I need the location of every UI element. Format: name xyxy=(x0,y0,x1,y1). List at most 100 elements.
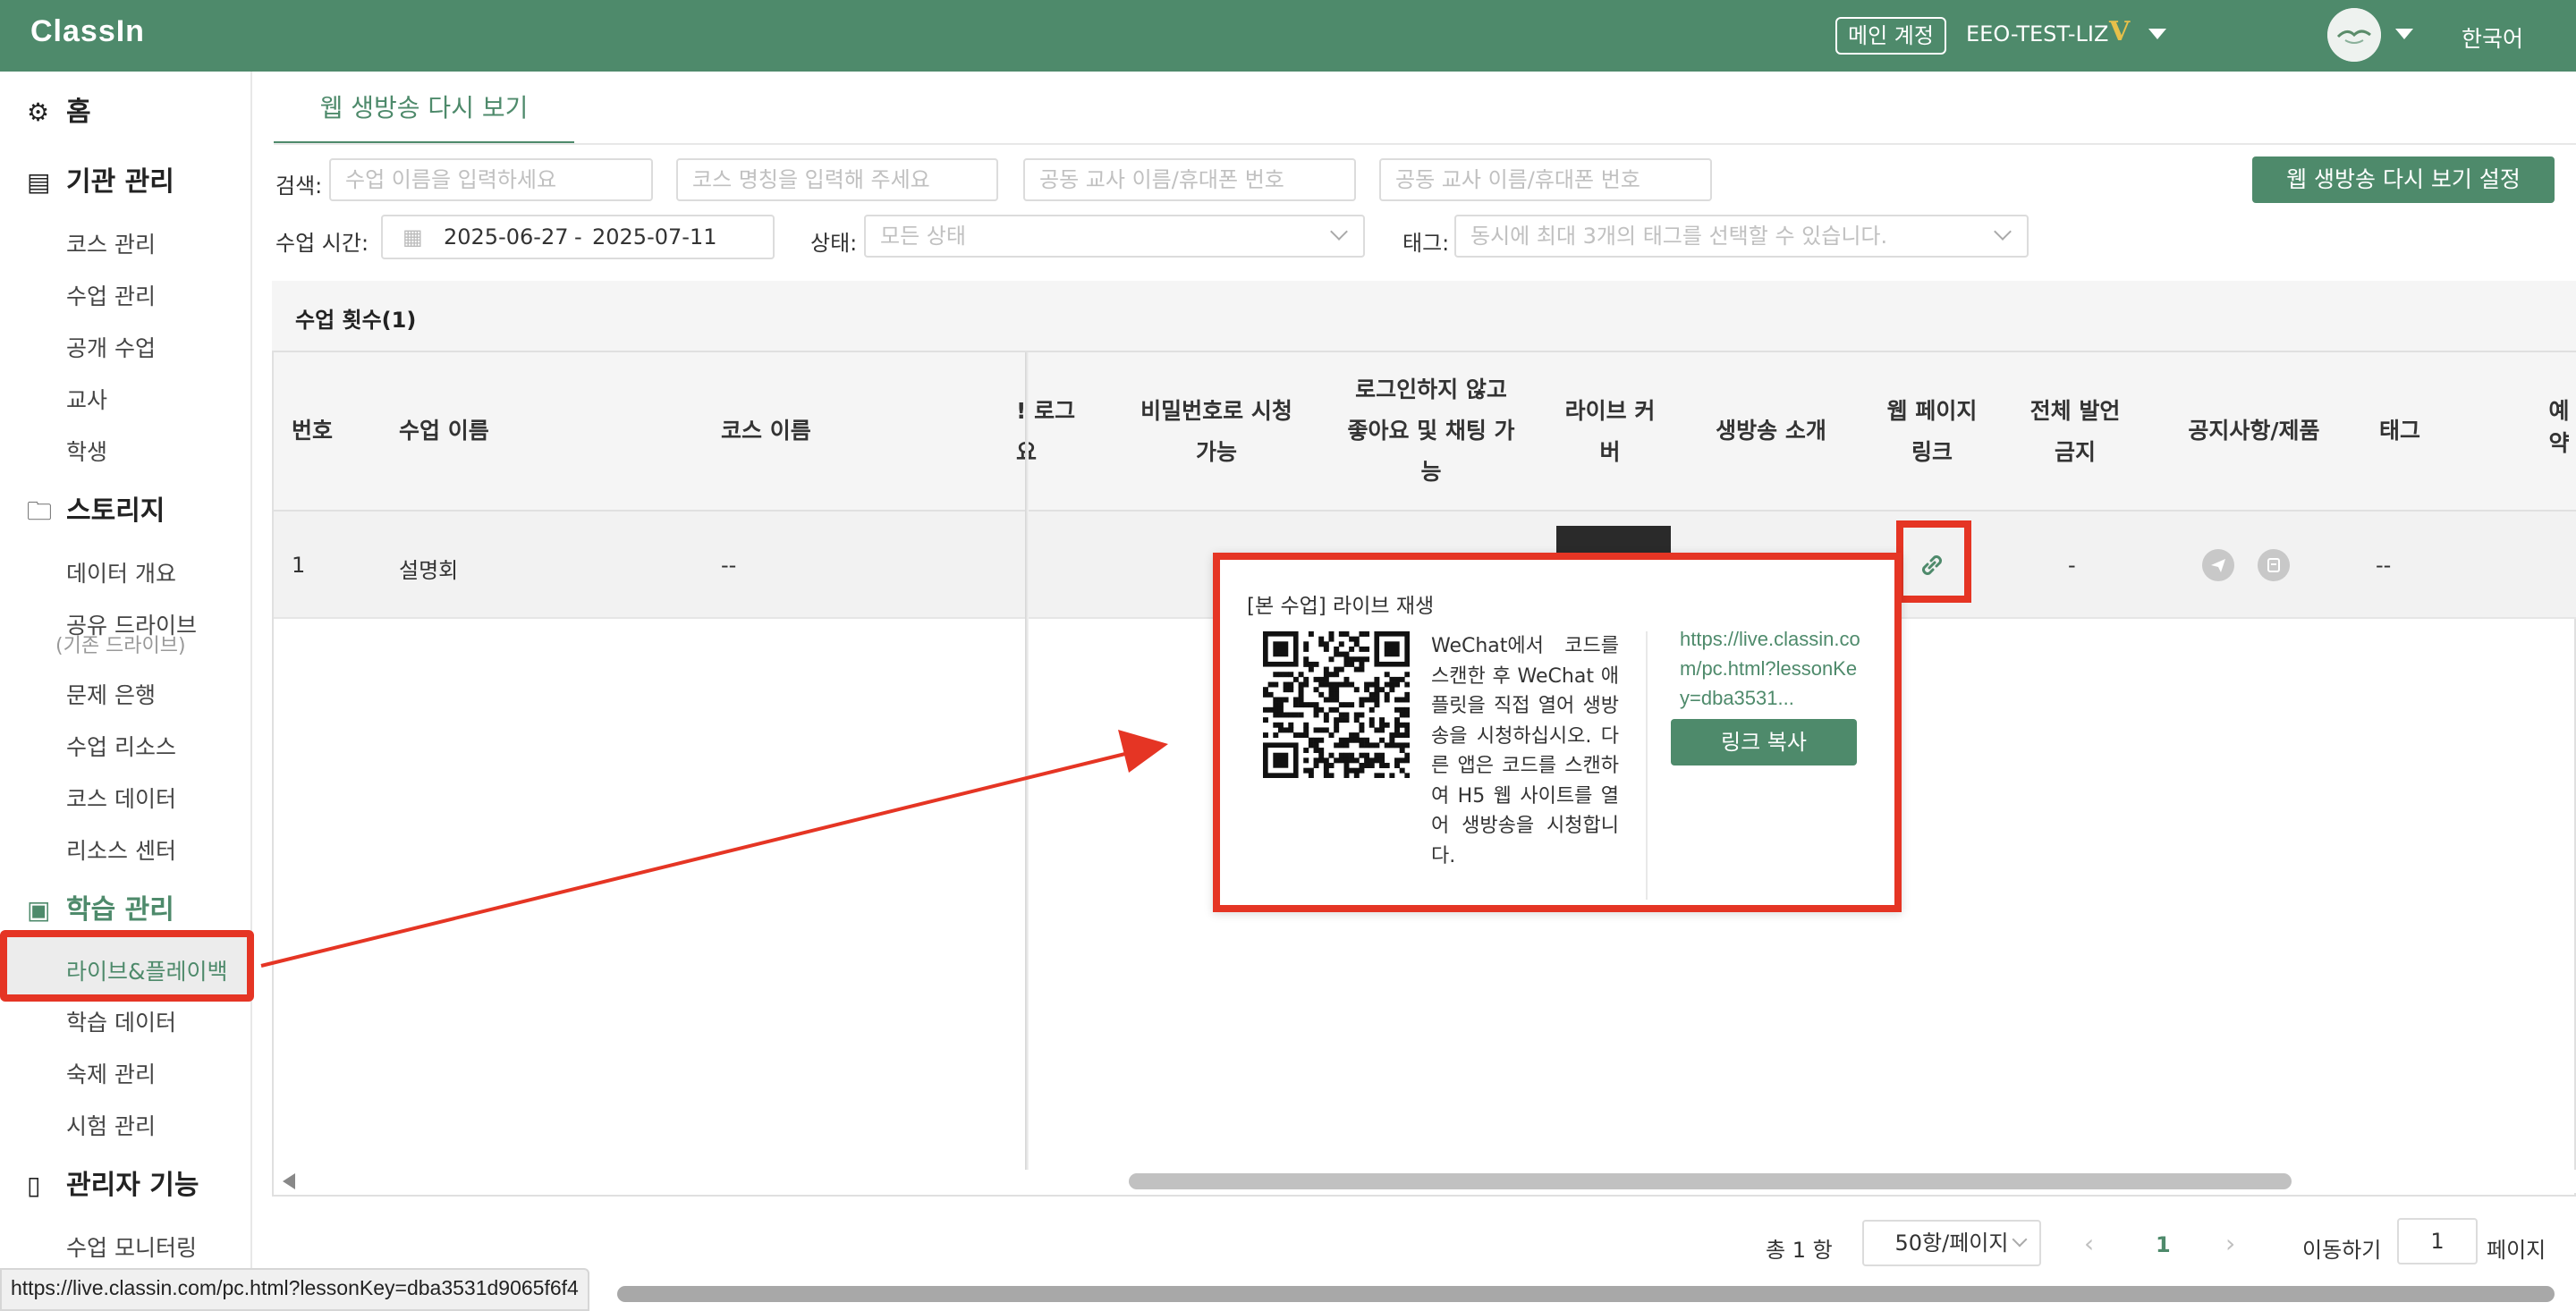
sidebar-section-learning[interactable]: ▣ 학습 관리 xyxy=(27,887,174,926)
popover-description: WeChat에서 코드를 스캔한 후 WeChat 애플릿을 직접 열어 생방송… xyxy=(1431,635,1619,867)
scroll-left-arrow-icon[interactable] xyxy=(283,1173,295,1189)
col-header-nologin-1: 로그인하지 않고 xyxy=(1355,376,1507,402)
table-title-bar: 수업 횟수(1) xyxy=(272,281,2576,352)
col-header-web-link-2: 링크 xyxy=(1911,439,1953,465)
prev-page-icon[interactable]: ‹ xyxy=(2084,1229,2094,1258)
sidebar-item-home[interactable]: ⚙ 홈 xyxy=(27,89,91,129)
col-header-live-cover-1: 라이브 커 xyxy=(1564,398,1656,424)
status-select[interactable]: 모든 상태 xyxy=(864,215,1365,258)
sidebar-item-resource-center[interactable]: 리소스 센터 xyxy=(66,833,176,866)
sidebar-section-label: 스토리지 xyxy=(66,495,165,527)
sidebar-section-label: 기관 관리 xyxy=(66,166,174,198)
sidebar-item-open-lesson[interactable]: 공개 수업 xyxy=(66,331,156,363)
col-header-no: 번호 xyxy=(292,418,334,444)
lesson-name-search-input[interactable] xyxy=(329,158,653,201)
language-selector[interactable]: 한국어 xyxy=(2462,21,2523,54)
main-account-badge[interactable]: 메인 계정 xyxy=(1835,17,1946,55)
popover-live-url[interactable]: https://live.classin.com/pc.html?lessonK… xyxy=(1680,624,1866,713)
coteacher-search-input-1[interactable] xyxy=(1023,158,1356,201)
live-link-popover: [본 수업] 라이브 재생 WeChat에서 코드를 스캔한 후 WeChat … xyxy=(1213,553,1902,912)
col-header-mute-all-2: 금지 xyxy=(2054,439,2096,465)
col-header-mute-all-1: 전체 발언 xyxy=(2029,398,2121,424)
account-dropdown-chevron-icon[interactable] xyxy=(2148,29,2166,39)
sidebar-item-learning-data[interactable]: 학습 데이터 xyxy=(66,1005,176,1037)
page-horizontal-scrollbar[interactable] xyxy=(617,1286,2555,1302)
chevron-down-icon xyxy=(2012,1231,2028,1248)
sidebar-item-course-data[interactable]: 코스 데이터 xyxy=(66,782,176,814)
search-label: 검색: xyxy=(275,173,323,199)
fixed-column-shadow xyxy=(1025,352,1029,1171)
cell-lesson-name: 설명회 xyxy=(399,558,459,583)
col-header-web-link-1: 웹 페이지 xyxy=(1886,398,1978,424)
tag-select[interactable]: 동시에 최대 3개의 태그를 선택할 수 있습니다. xyxy=(1454,215,2029,258)
sidebar-section-admin[interactable]: ▯ 관리자 기능 xyxy=(27,1163,199,1202)
col-header-nologin-2: 좋아요 및 채팅 가 xyxy=(1347,418,1515,444)
goto-page-input[interactable]: 1 xyxy=(2397,1218,2478,1264)
sidebar-item-homework[interactable]: 숙제 관리 xyxy=(66,1057,156,1089)
lesson-count-title: 수업 횟수(1) xyxy=(295,308,417,333)
date-separator: - xyxy=(574,224,582,250)
cell-mute-all: - xyxy=(2068,553,2076,578)
account-name[interactable]: EEO-TEST-LIZ xyxy=(1966,21,2108,47)
sidebar-section-storage[interactable]: 🗀 스토리지 xyxy=(27,488,165,536)
sidebar-item-lesson-monitor[interactable]: 수업 모니터링 xyxy=(66,1231,197,1263)
popover-title: [본 수업] 라이브 재생 xyxy=(1247,595,1435,618)
page-size-select[interactable]: 50항/페이지 xyxy=(1862,1220,2041,1266)
sidebar-item-lesson-manage[interactable]: 수업 관리 xyxy=(66,279,156,311)
copy-link-button[interactable]: 링크 복사 xyxy=(1671,719,1857,765)
current-page[interactable]: 1 xyxy=(2156,1232,2171,1257)
cell-tag: -- xyxy=(2376,553,2392,578)
product-icon[interactable] xyxy=(2258,549,2290,581)
col-header-nologin-3: 능 xyxy=(1420,459,1442,485)
popover-divider xyxy=(1646,631,1648,900)
goto-label: 이동하기 xyxy=(2302,1238,2382,1263)
sidebar-item-data-overview[interactable]: 데이터 개요 xyxy=(66,556,176,588)
live-cover-thumbnail[interactable] xyxy=(1556,526,1671,553)
tab-web-live-replay[interactable]: 웹 생방송 다시 보기 xyxy=(274,86,574,145)
admin-icon: ▯ xyxy=(27,1171,41,1200)
notice-send-icon[interactable] xyxy=(2202,549,2234,581)
col-header-password-view-2: 가능 xyxy=(1195,439,1237,465)
date-start[interactable]: 2025-06-27 xyxy=(444,216,568,258)
col-header-live-cover-2: 버 xyxy=(1599,439,1621,465)
sidebar-item-teacher[interactable]: 교사 xyxy=(66,383,107,415)
sidebar-item-legacy-drive-note: (기존 드라이브) xyxy=(55,635,186,657)
next-page-icon[interactable]: › xyxy=(2225,1229,2235,1258)
classin-logo[interactable]: ClassIn xyxy=(30,14,145,49)
avatar[interactable] xyxy=(2327,8,2381,62)
sidebar-item-exam[interactable]: 시험 관리 xyxy=(66,1109,156,1141)
folder-icon: 🗀 xyxy=(27,496,53,526)
chevron-down-icon xyxy=(1994,223,2012,241)
sidebar-item-label: 홈 xyxy=(66,97,91,128)
tag-label: 태그: xyxy=(1402,231,1450,256)
col-header-notice-product: 공지사항/제품 xyxy=(2188,418,2320,444)
coteacher-search-input-2[interactable] xyxy=(1379,158,1712,201)
time-label: 수업 시간: xyxy=(275,231,369,256)
sidebar-item-course-manage[interactable]: 코스 관리 xyxy=(66,227,156,259)
col-header-course-name: 코스 이름 xyxy=(721,418,811,444)
sidebar-section-org[interactable]: ▤ 기관 관리 xyxy=(27,159,174,199)
tab-divider xyxy=(274,143,2576,145)
date-range-picker[interactable]: ▦ 2025-06-27 - 2025-07-11 xyxy=(381,215,775,259)
date-end[interactable]: 2025-07-11 xyxy=(592,216,716,258)
sidebar-item-lesson-resource[interactable]: 수업 리소스 xyxy=(66,730,176,762)
sidebar-item-student[interactable]: 학생 xyxy=(66,435,107,467)
page-suffix: 페이지 xyxy=(2487,1238,2546,1263)
sidebar-item-question-bank[interactable]: 문제 은행 xyxy=(66,678,156,710)
web-live-replay-settings-button[interactable]: 웹 생방송 다시 보기 설정 xyxy=(2252,156,2555,203)
gear-icon: ⚙ xyxy=(27,97,50,127)
status-label: 상태: xyxy=(810,231,858,256)
sidebar-highlight-box xyxy=(0,930,254,1002)
tag-select-placeholder: 동시에 최대 3개의 태그를 선택할 수 있습니다. xyxy=(1470,224,1888,249)
link-icon[interactable] xyxy=(1916,549,1948,581)
cell-course-name: -- xyxy=(721,553,737,578)
status-bar-url: https://live.classin.com/pc.html?lessonK… xyxy=(0,1268,589,1311)
course-name-search-input[interactable] xyxy=(676,158,998,201)
chevron-down-icon xyxy=(1330,223,1348,241)
total-count: 총 1 항 xyxy=(1766,1238,1833,1263)
user-menu-chevron-icon[interactable] xyxy=(2395,29,2413,39)
calendar-icon: ▦ xyxy=(402,224,423,250)
table-scrollbar-thumb[interactable] xyxy=(1129,1173,2292,1189)
vip-badge: V xyxy=(2109,16,2131,47)
col-header-tag: 태그 xyxy=(2379,418,2421,444)
